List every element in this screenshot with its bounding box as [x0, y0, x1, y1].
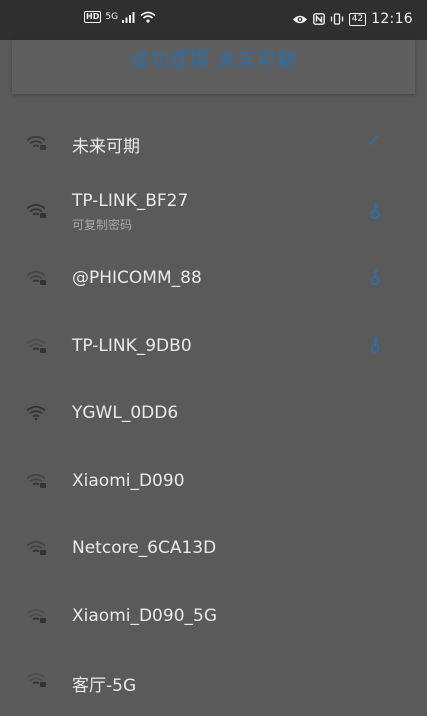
wifi-network-row[interactable]: YGWL_0DD6 — [0, 378, 427, 446]
hd-badge: HD — [84, 11, 102, 23]
clock: 12:16 — [371, 11, 413, 27]
network-name: 未来可期 — [72, 137, 140, 157]
network-name: TP-LINK_BF27 — [72, 190, 189, 211]
wifi-lock-icon — [26, 608, 46, 623]
wifi-lock-icon — [26, 540, 46, 555]
key-icon[interactable] — [369, 336, 381, 354]
network-name: Netcore_6CA13D — [72, 538, 217, 558]
wifi-lock-icon — [26, 270, 46, 285]
network-subtitle: 可复制密码 — [72, 217, 133, 232]
status-bar-right: 42 12:16 — [292, 11, 413, 27]
check-icon: ✓ — [365, 131, 381, 152]
key-icon[interactable] — [369, 202, 381, 220]
network-type-label: 5G — [105, 12, 119, 22]
wifi-network-row[interactable]: Xiaomi_D090 — [0, 446, 427, 514]
status-bar-left: HD 5G — [84, 11, 156, 23]
network-name: 客厅-5G — [72, 676, 137, 696]
connection-toast: 成功连接 未来可期 — [12, 40, 415, 94]
wifi-lock-icon — [26, 135, 46, 150]
key-icon[interactable] — [369, 268, 381, 286]
network-name: Xiaomi_D090 — [72, 470, 185, 491]
network-name: TP-LINK_9DB0 — [72, 335, 192, 356]
wifi-status-icon — [140, 11, 156, 23]
status-bar: HD 5G 42 12:16 — [0, 0, 427, 40]
network-name: YGWL_0DD6 — [72, 403, 179, 423]
battery-indicator: 42 — [348, 12, 367, 26]
vibrate-icon — [330, 13, 343, 25]
wifi-lock-icon — [26, 338, 46, 353]
wifi-network-row[interactable]: TP-LINK_BF27 可复制密码 — [0, 176, 427, 244]
wifi-lock-icon — [26, 672, 46, 687]
nfc-icon — [312, 13, 325, 25]
wifi-network-list: 未来可期 ✓ TP-LINK_BF27 可复制密码 @PHICOMM_88 TP… — [0, 108, 427, 716]
cell-signal-icon — [122, 12, 135, 23]
eye-icon — [292, 15, 307, 23]
wifi-lock-icon — [26, 203, 46, 218]
wifi-network-row[interactable]: Xiaomi_D090_5G — [0, 581, 427, 649]
wifi-network-row[interactable]: Netcore_6CA13D — [0, 513, 427, 581]
wifi-icon — [26, 405, 46, 421]
wifi-lock-icon — [26, 473, 46, 488]
network-name: Xiaomi_D090_5G — [72, 605, 217, 626]
wifi-network-row[interactable]: 客厅-5G — [0, 648, 427, 716]
wifi-network-row[interactable]: TP-LINK_9DB0 — [0, 311, 427, 379]
wifi-network-row[interactable]: 未来可期 ✓ — [0, 108, 427, 176]
wifi-network-row[interactable]: @PHICOMM_88 — [0, 243, 427, 311]
toast-message: 成功连接 未来可期 — [129, 49, 298, 71]
network-name: @PHICOMM_88 — [72, 268, 202, 288]
